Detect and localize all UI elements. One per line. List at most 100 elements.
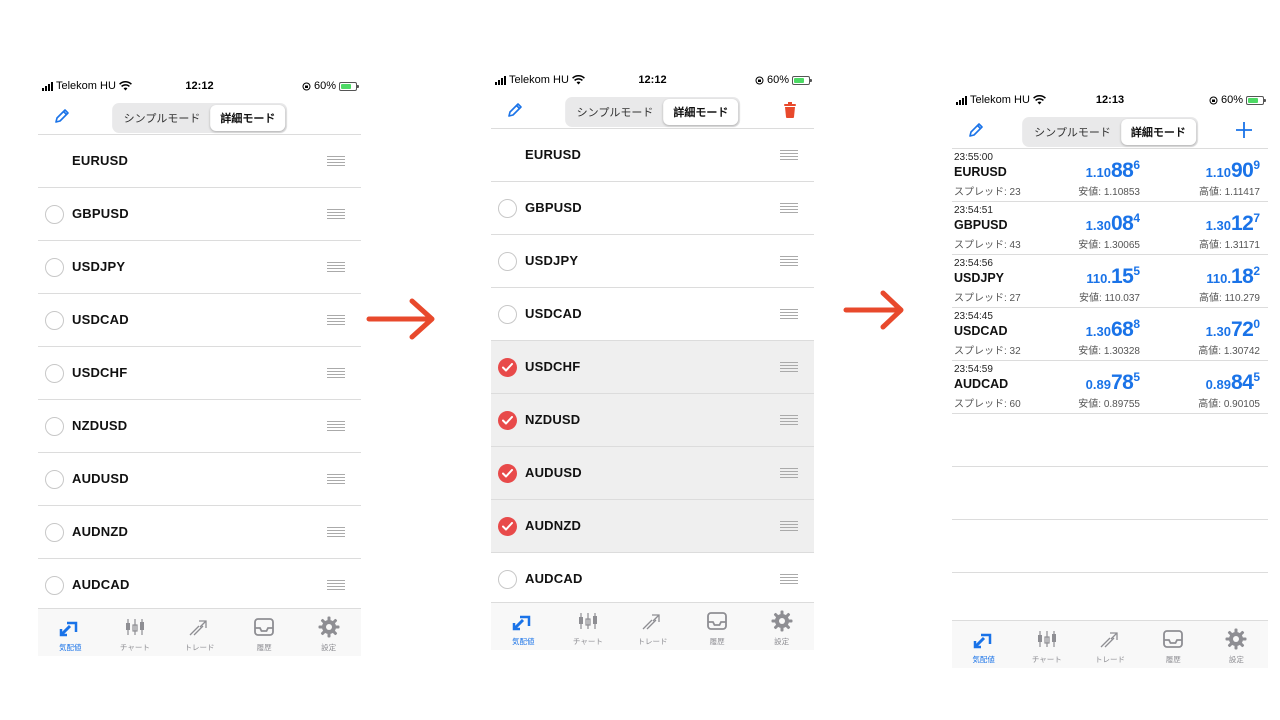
checkmark-icon[interactable] <box>498 517 517 536</box>
symbol-row[interactable]: USDCHF <box>491 341 814 394</box>
checkmark-icon[interactable] <box>498 358 517 377</box>
symbol-row[interactable]: EURUSD <box>38 135 361 188</box>
symbol-name: USDCAD <box>525 306 582 321</box>
symbol-row[interactable]: AUDCAD <box>38 559 361 612</box>
drag-handle-icon[interactable] <box>327 209 345 219</box>
simple-mode-tab[interactable]: シンプルモード <box>1024 119 1121 145</box>
tab-quotes[interactable]: 気配値 <box>38 609 103 656</box>
symbol-name: AUDNZD <box>525 518 582 533</box>
simple-mode-tab[interactable]: シンプルモード <box>567 99 664 125</box>
drag-handle-icon[interactable] <box>327 262 345 272</box>
price-prefix: 1.10 <box>1085 165 1111 180</box>
tab-trade[interactable]: トレード <box>167 609 232 656</box>
symbol-row[interactable]: AUDUSD <box>491 447 814 500</box>
tab-settings[interactable]: 設定 <box>1205 621 1268 668</box>
tab-history[interactable]: 履歴 <box>232 609 297 656</box>
symbol-row[interactable]: EURUSD <box>491 129 814 182</box>
tab-quotes[interactable]: 気配値 <box>491 603 556 650</box>
simple-mode-tab[interactable]: シンプルモード <box>114 105 211 131</box>
drag-handle-icon[interactable] <box>327 527 345 537</box>
tab-trade[interactable]: トレード <box>620 603 685 650</box>
quote-row[interactable]: 23:54:45 USDCAD スプレッド: 32 1.30688 1.30720 安値:… <box>952 308 1268 361</box>
select-radio[interactable] <box>45 523 64 542</box>
pencil-icon[interactable] <box>505 100 525 120</box>
drag-handle-icon[interactable] <box>780 256 798 266</box>
symbol-name: AUDUSD <box>72 471 129 486</box>
symbol-row[interactable]: GBPUSD <box>38 188 361 241</box>
drag-handle-icon[interactable] <box>327 580 345 590</box>
drag-handle-icon[interactable] <box>327 368 345 378</box>
high-price: 高値: 1.11417 <box>1199 187 1260 198</box>
symbol-row[interactable]: USDJPY <box>491 235 814 288</box>
select-radio[interactable] <box>498 252 517 271</box>
tab-chart[interactable]: チャート <box>556 603 621 650</box>
select-radio[interactable] <box>498 570 517 589</box>
checkmark-icon[interactable] <box>498 464 517 483</box>
price-pipette: 9 <box>1253 158 1260 172</box>
select-radio[interactable] <box>45 576 64 595</box>
symbol-row[interactable]: USDJPY <box>38 241 361 294</box>
tab-settings-label: 設定 <box>1228 655 1244 664</box>
quotes-list: 23:55:00 EURUSD スプレッド: 23 1.10886 1.10909 安値:… <box>952 148 1268 626</box>
tab-settings[interactable]: 設定 <box>749 603 814 650</box>
detail-mode-tab[interactable]: 詳細モード <box>210 105 286 131</box>
symbol-row[interactable]: NZDUSD <box>38 400 361 453</box>
pencil-icon[interactable] <box>52 106 72 126</box>
symbol-row[interactable]: AUDNZD <box>491 500 814 553</box>
drag-handle-icon[interactable] <box>780 468 798 478</box>
select-radio[interactable] <box>45 417 64 436</box>
drag-handle-icon[interactable] <box>780 309 798 319</box>
mode-segmented-control: シンプルモード 詳細モード <box>1022 117 1198 147</box>
pencil-icon[interactable] <box>966 120 986 140</box>
select-radio[interactable] <box>498 305 517 324</box>
history-icon <box>254 618 274 636</box>
select-radio[interactable] <box>45 470 64 489</box>
quote-row[interactable]: 23:55:00 EURUSD スプレッド: 23 1.10886 1.10909 安値:… <box>952 149 1268 202</box>
drag-handle-icon[interactable] <box>780 521 798 531</box>
select-radio[interactable] <box>498 199 517 218</box>
quote-time: 23:55:00 <box>954 152 993 163</box>
drag-handle-icon[interactable] <box>780 203 798 213</box>
symbol-row[interactable]: USDCAD <box>491 288 814 341</box>
symbol-row[interactable]: NZDUSD <box>491 394 814 447</box>
tab-settings[interactable]: 設定 <box>296 609 361 656</box>
drag-handle-icon[interactable] <box>327 156 345 166</box>
bid-price: 110.155 <box>1086 264 1140 289</box>
detail-mode-tab[interactable]: 詳細モード <box>663 99 739 125</box>
drag-handle-icon[interactable] <box>780 362 798 372</box>
trade-icon <box>190 620 208 636</box>
quote-row[interactable]: 23:54:51 GBPUSD スプレッド: 43 1.30084 1.30127 安値:… <box>952 202 1268 255</box>
drag-handle-icon[interactable] <box>327 315 345 325</box>
tab-quotes[interactable]: 気配値 <box>952 621 1015 668</box>
symbol-row[interactable]: USDCHF <box>38 347 361 400</box>
tab-chart[interactable]: チャート <box>103 609 168 656</box>
add-icon[interactable] <box>1234 120 1254 140</box>
mode-segmented-control: シンプルモード 詳細モード <box>111 103 288 133</box>
symbol-row[interactable]: USDCAD <box>38 294 361 347</box>
quote-row[interactable]: 23:54:59 AUDCAD スプレッド: 60 0.89785 0.89845 安値:… <box>952 361 1268 414</box>
drag-handle-icon[interactable] <box>780 150 798 160</box>
drag-handle-icon[interactable] <box>780 415 798 425</box>
tab-history[interactable]: 履歴 <box>1142 621 1205 668</box>
price-pipette: 2 <box>1253 264 1260 278</box>
drag-handle-icon[interactable] <box>327 421 345 431</box>
symbol-row[interactable]: AUDUSD <box>38 453 361 506</box>
trash-icon[interactable] <box>780 100 800 120</box>
tab-chart-label: チャート <box>1031 655 1062 664</box>
tab-chart[interactable]: チャート <box>1015 621 1078 668</box>
checkmark-icon[interactable] <box>498 411 517 430</box>
tab-history[interactable]: 履歴 <box>685 603 750 650</box>
tab-trade[interactable]: トレード <box>1078 621 1141 668</box>
select-radio[interactable] <box>45 364 64 383</box>
symbol-row[interactable]: AUDCAD <box>491 553 814 606</box>
drag-handle-icon[interactable] <box>780 574 798 584</box>
symbol-row[interactable]: GBPUSD <box>491 182 814 235</box>
quote-row[interactable]: 23:54:56 USDJPY スプレッド: 27 110.155 110.182 安値:… <box>952 255 1268 308</box>
drag-handle-icon[interactable] <box>327 474 345 484</box>
select-radio[interactable] <box>45 258 64 277</box>
select-radio[interactable] <box>45 311 64 330</box>
detail-mode-tab[interactable]: 詳細モード <box>1120 119 1196 145</box>
select-radio[interactable] <box>45 205 64 224</box>
trade-icon <box>643 614 661 630</box>
symbol-row[interactable]: AUDNZD <box>38 506 361 559</box>
